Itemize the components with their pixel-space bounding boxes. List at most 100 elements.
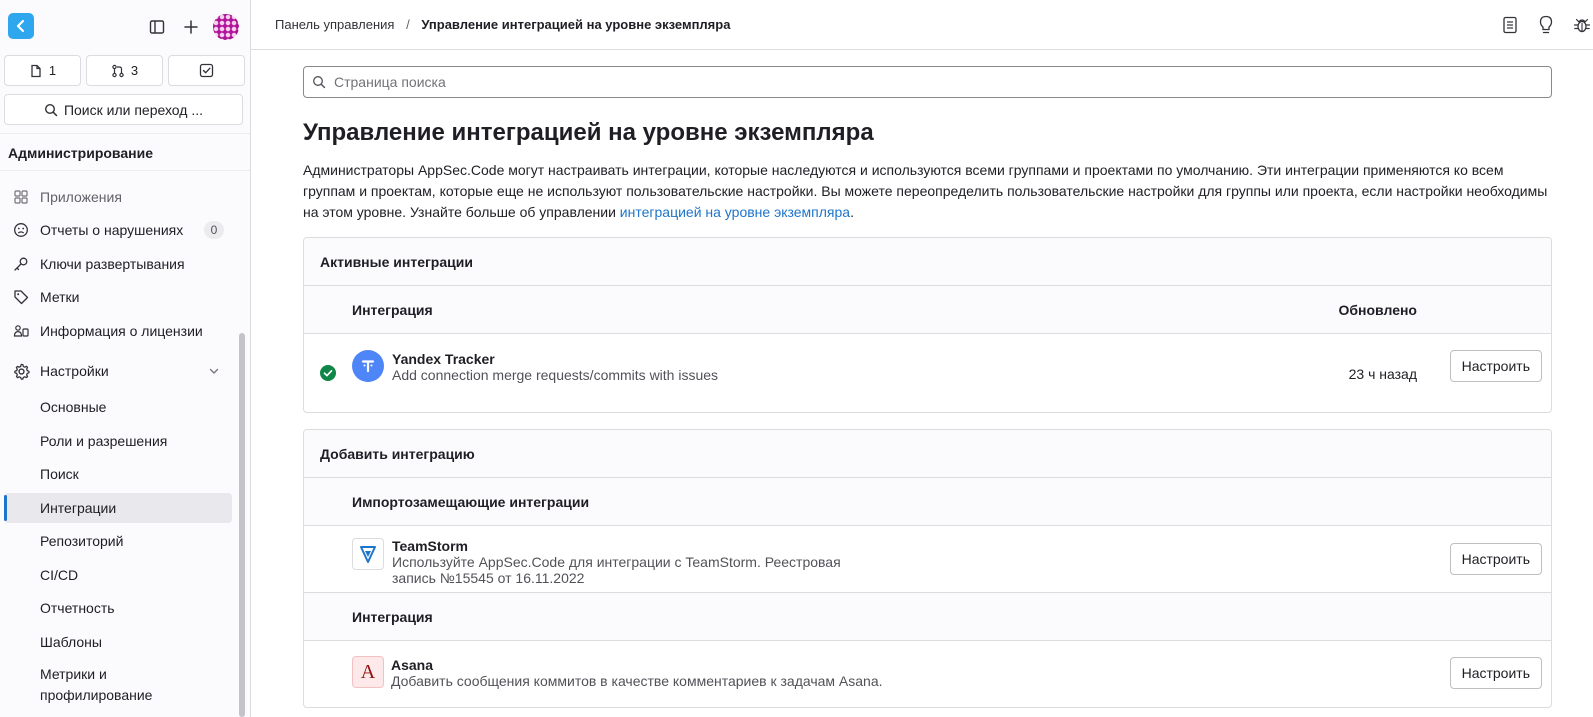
instance-integration-link[interactable]: интеграцией на уровне экземпляра xyxy=(620,204,850,220)
sidebar-item-labels[interactable]: Метки xyxy=(4,282,232,312)
group-header-integration: Интеграция xyxy=(352,609,433,625)
table-row: Yandex Tracker Add connection merge requ… xyxy=(304,334,1551,412)
sidebar-item-label: Информация о лицензии xyxy=(40,323,203,339)
integration-description: Add connection merge requests/commits wi… xyxy=(392,367,719,383)
merge-requests-counter-button[interactable]: 3 xyxy=(86,55,163,86)
import-substitution-group-header: Импортозамещающие интеграции xyxy=(304,478,1551,526)
bug-icon xyxy=(1573,18,1591,33)
sidebar-counters: 1 3 xyxy=(4,55,245,86)
sidebar-sub-metrics-line2: профилирование xyxy=(40,687,153,703)
add-integration-card: Добавить интеграцию Импортозамещающие ин… xyxy=(303,429,1552,708)
sidebar-item-label: Приложения xyxy=(40,189,122,205)
page-title: Управление интеграцией на уровне экземпл… xyxy=(303,119,874,146)
key-icon xyxy=(12,255,30,273)
sidebar-item-settings[interactable]: Настройки xyxy=(4,356,232,386)
document-button[interactable] xyxy=(1499,14,1521,36)
sidebar-sub-metrics-line1: Метрики и xyxy=(40,666,107,682)
sidebar: 1 3 Поиск или переход ... Администрирова… xyxy=(0,0,251,717)
search-or-goto-button[interactable]: Поиск или переход ... xyxy=(4,94,243,125)
sidebar-sub-general[interactable]: Основные xyxy=(4,392,232,422)
integration-description: Используйте AppSec.Code для интеграции с… xyxy=(392,554,841,586)
gear-icon xyxy=(12,362,30,380)
configure-teamstorm-button[interactable]: Настроить xyxy=(1449,543,1542,575)
active-integrations-table-header: Интеграция Обновлено xyxy=(304,286,1551,334)
issues-counter-button[interactable]: 1 xyxy=(4,55,81,86)
main-area: Панель управления / Управление интеграци… xyxy=(251,0,1593,717)
column-header-integration: Интеграция xyxy=(352,302,433,318)
add-integration-header: Добавить интеграцию xyxy=(304,430,1551,478)
active-integrations-card: Активные интеграции Интеграция Обновлено xyxy=(303,237,1552,413)
sidebar-toggle-icon xyxy=(149,20,165,34)
sidebar-item-license[interactable]: Информация о лицензии xyxy=(4,316,232,346)
tips-button[interactable] xyxy=(1535,14,1557,36)
integration-name[interactable]: TeamStorm xyxy=(392,538,468,554)
app-root: 1 3 Поиск или переход ... Администрирова… xyxy=(0,0,1593,717)
sidebar-sub-metrics[interactable]: Метрики и профилирование xyxy=(4,660,232,704)
sidebar-item-label: Отчеты о нарушениях xyxy=(40,222,184,238)
apps-grid-icon xyxy=(12,188,30,206)
sidebar-item-label: Настройки xyxy=(40,363,109,379)
group-header-import-substitution: Импортозамещающие интеграции xyxy=(352,494,590,510)
configure-yandex-tracker-button[interactable]: Настроить xyxy=(1449,350,1542,382)
teamstorm-description-line1: Используйте AppSec.Code для интеграции с… xyxy=(392,554,841,570)
back-logo-button[interactable] xyxy=(8,13,34,39)
chevron-down-icon xyxy=(209,368,219,374)
search-icon xyxy=(44,103,58,116)
sidebar-item-label: Ключи развертывания xyxy=(40,256,185,272)
abuse-count-badge: 0 xyxy=(204,221,224,239)
top-bar: Панель управления / Управление интеграци… xyxy=(251,0,1593,50)
issues-count: 1 xyxy=(48,63,57,78)
sidebar-item-abuse-reports[interactable]: Отчеты о нарушениях 0 xyxy=(4,215,232,245)
breadcrumb-root-link[interactable]: Панель управления xyxy=(275,17,394,32)
integration-description: Добавить сообщения коммитов в качестве к… xyxy=(391,673,883,689)
merge-requests-count: 3 xyxy=(130,63,139,78)
teamstorm-description-line2: запись №15545 от 16.11.2022 xyxy=(392,570,585,586)
sidebar-sub-cicd[interactable]: CI/CD xyxy=(4,560,232,590)
integration-name[interactable]: Asana xyxy=(391,657,433,673)
sidebar-sub-search[interactable]: Поиск xyxy=(4,459,232,489)
page-description: Администраторы AppSec.Code могут настраи… xyxy=(303,160,1552,223)
integration-name[interactable]: Yandex Tracker xyxy=(392,351,495,367)
issues-icon xyxy=(31,64,41,77)
search-icon xyxy=(313,76,326,89)
plus-icon xyxy=(184,20,198,34)
active-integrations-header: Активные интеграции xyxy=(304,238,1551,286)
report-bug-button[interactable] xyxy=(1571,14,1593,36)
configure-asana-button[interactable]: Настроить xyxy=(1449,657,1542,689)
column-header-updated: Обновлено xyxy=(1338,302,1417,318)
license-icon xyxy=(12,322,30,340)
sidebar-item-deploy-keys[interactable]: Ключи развертывания xyxy=(4,249,232,279)
sidebar-item-label: Метки xyxy=(40,289,80,305)
sidebar-sub-repository[interactable]: Репозиторий xyxy=(4,526,232,556)
breadcrumb-current: Управление интеграцией на уровне экземпл… xyxy=(421,17,731,32)
todo-counter-button[interactable] xyxy=(168,55,245,86)
sidebar-sub-reporting[interactable]: Отчетность xyxy=(4,593,232,623)
teamstorm-icon xyxy=(352,538,384,570)
sidebar-top xyxy=(0,0,250,55)
toggle-sidebar-button[interactable] xyxy=(146,16,168,38)
breadcrumb-separator: / xyxy=(406,17,410,32)
sidebar-section-title: Администрирование xyxy=(0,133,250,171)
sad-face-icon xyxy=(12,221,30,239)
user-avatar[interactable] xyxy=(213,14,239,40)
search-or-goto-label: Поиск или переход ... xyxy=(63,101,204,118)
integration-updated: 23 ч назад xyxy=(1348,366,1417,382)
check-circle-icon xyxy=(320,365,336,381)
page-search-input[interactable] xyxy=(332,73,1551,91)
label-tag-icon xyxy=(12,288,30,306)
page-search-box[interactable] xyxy=(303,66,1552,98)
merge-request-icon xyxy=(112,64,124,77)
table-row: TeamStorm Используйте AppSec.Code для ин… xyxy=(304,526,1551,593)
sidebar-sub-roles[interactable]: Роли и разрешения xyxy=(4,426,232,456)
sidebar-sub-templates[interactable]: Шаблоны xyxy=(4,627,232,657)
asana-icon: A xyxy=(352,656,384,688)
table-row: A Asana Добавить сообщения коммитов в ка… xyxy=(304,641,1551,707)
breadcrumb: Панель управления / Управление интеграци… xyxy=(275,17,730,32)
sidebar-sub-integrations[interactable]: Интеграции xyxy=(4,493,232,523)
top-bar-actions xyxy=(1499,14,1593,36)
create-new-button[interactable] xyxy=(180,16,202,38)
sidebar-scrollbar-thumb[interactable] xyxy=(239,333,245,717)
integration-group-header: Интеграция xyxy=(304,593,1551,641)
chevron-left-icon xyxy=(16,19,25,33)
sidebar-item-apps[interactable]: Приложения xyxy=(4,182,232,212)
